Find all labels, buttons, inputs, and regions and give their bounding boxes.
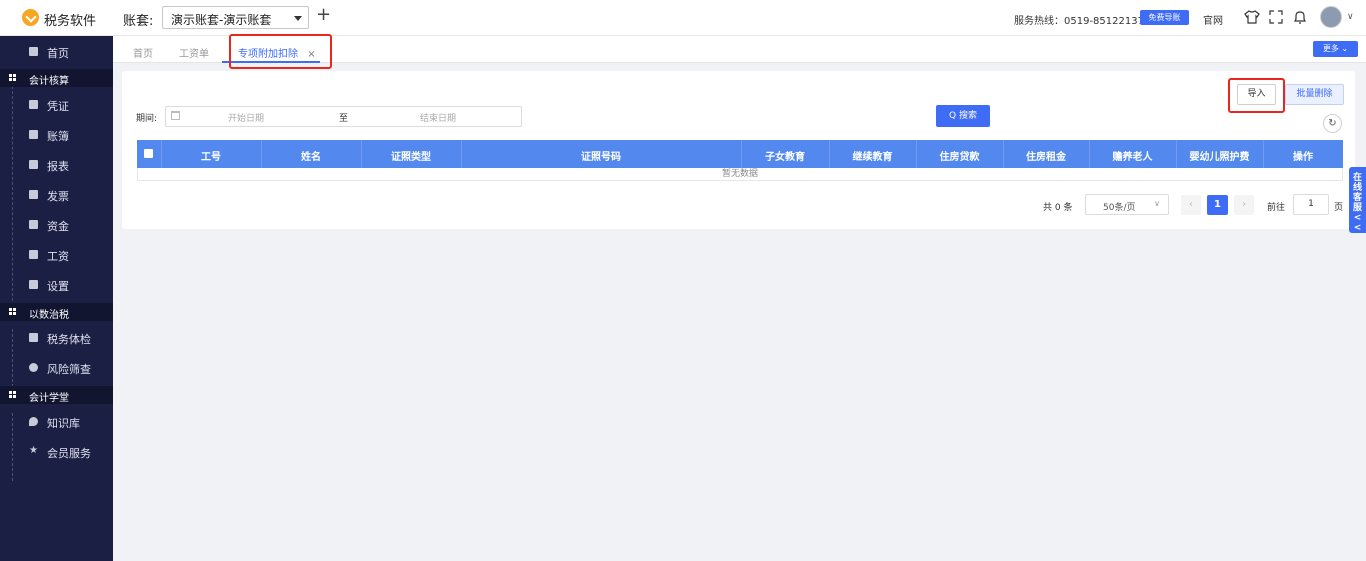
column-header: 证照类型 xyxy=(391,152,431,163)
salary-icon xyxy=(29,250,38,259)
grid-icon xyxy=(9,74,16,81)
page-unit-label: 页 xyxy=(1334,203,1344,213)
tab-home[interactable]: 首页 xyxy=(133,45,153,60)
bell-icon[interactable] xyxy=(1292,9,1308,25)
end-date-input[interactable]: 结束日期 xyxy=(420,111,456,124)
ledger-icon xyxy=(29,130,38,139)
sidebar-item-report[interactable]: 报表 xyxy=(0,150,113,180)
sidebar-item-tax-checkup[interactable]: 税务体检 xyxy=(0,323,113,353)
grid-icon xyxy=(9,391,16,398)
sidebar-item-ledger[interactable]: 账簿 xyxy=(0,120,113,150)
account-select-value: 演示账套-演示账套 xyxy=(171,13,272,27)
column-header: 婴幼儿照护费 xyxy=(1189,152,1250,163)
gear-icon xyxy=(29,280,38,289)
sidebar-group-data-tax[interactable]: 以数治税 xyxy=(0,303,113,321)
current-page-button[interactable]: 1 xyxy=(1207,195,1228,215)
official-site-link[interactable]: 官网 xyxy=(1203,12,1223,27)
goto-page-input[interactable]: 1 xyxy=(1293,194,1329,215)
column-header: 操作 xyxy=(1293,152,1313,163)
sidebar-item-salary[interactable]: 工资 xyxy=(0,240,113,270)
funds-icon xyxy=(29,220,38,229)
column-header: 工号 xyxy=(201,152,221,163)
star-icon: ★ xyxy=(29,445,38,456)
next-page-button[interactable]: › xyxy=(1234,195,1254,215)
invoice-icon xyxy=(29,190,38,199)
fullscreen-icon[interactable] xyxy=(1268,9,1284,25)
column-header: 住房贷款 xyxy=(939,152,980,163)
pagination-total: 共 0 条 xyxy=(1043,203,1073,213)
more-tabs-button[interactable]: 更多 ⌄ xyxy=(1313,41,1358,57)
sidebar-item-invoice[interactable]: 发票 xyxy=(0,180,113,210)
highlight-box-tab xyxy=(229,34,332,69)
free-import-guide-button[interactable]: 免费导账 xyxy=(1140,10,1189,25)
grid-icon xyxy=(9,308,16,315)
column-header: 证照号码 xyxy=(581,152,621,163)
sidebar-item-funds[interactable]: 资金 xyxy=(0,210,113,240)
chevron-down-icon: ∨ xyxy=(1154,199,1160,208)
page-size-value: 50条/页 xyxy=(1103,203,1136,213)
sidebar-item-home[interactable]: 首页 xyxy=(0,37,113,67)
sidebar: 首页 会计核算 凭证 账簿 报表 发票 资金 工资 设置 以数治税 税务体检 风… xyxy=(0,36,113,561)
select-all-checkbox[interactable] xyxy=(144,149,153,158)
service-hotline: 服务热线：0519-85122137 xyxy=(1014,16,1144,27)
sidebar-item-voucher[interactable]: 凭证 xyxy=(0,90,113,120)
voucher-icon xyxy=(29,100,38,109)
start-date-input[interactable]: 开始日期 xyxy=(228,111,264,124)
customer-service-label: 在线客服<< xyxy=(1353,173,1363,233)
user-avatar[interactable] xyxy=(1320,6,1342,28)
sidebar-item-knowledge-base[interactable]: 知识库 xyxy=(0,407,113,437)
report-icon xyxy=(29,160,38,169)
column-header: 住房租金 xyxy=(1026,152,1066,163)
page-size-select[interactable]: 50条/页 ∨ xyxy=(1085,194,1169,215)
column-header: 姓名 xyxy=(301,152,321,163)
batch-delete-button[interactable]: 批量删除 xyxy=(1285,84,1344,105)
column-header: 赡养老人 xyxy=(1112,152,1153,163)
location-icon xyxy=(29,417,38,426)
date-range-separator: 至 xyxy=(339,114,349,124)
highlight-box-import xyxy=(1228,78,1285,113)
sidebar-group-academy[interactable]: 会计学堂 xyxy=(0,386,113,404)
prev-page-button[interactable]: ‹ xyxy=(1181,195,1201,215)
account-label: 账套: xyxy=(123,14,154,29)
tab-payroll[interactable]: 工资单 xyxy=(179,45,209,60)
refresh-icon[interactable]: ↻ xyxy=(1323,114,1342,133)
account-select[interactable]: 演示账套-演示账套 xyxy=(162,6,309,29)
shirt-icon[interactable] xyxy=(1244,9,1260,25)
risk-icon xyxy=(29,363,38,372)
sidebar-group-accounting[interactable]: 会计核算 xyxy=(0,69,113,87)
table-header: 工号 姓名 证照类型 证照号码 子女教育 继续教育 住房贷款 住房租金 赡养老人… xyxy=(137,140,1343,168)
sidebar-item-member-service[interactable]: ★ 会员服务 xyxy=(0,437,113,467)
empty-table-message: 暂无数据 xyxy=(137,168,1343,181)
search-button[interactable]: Q 搜索 xyxy=(936,105,990,127)
goto-label: 前往 xyxy=(1267,203,1286,213)
home-icon xyxy=(29,47,38,56)
online-customer-service-tab[interactable]: 在线客服<< xyxy=(1349,167,1366,233)
chevron-down-icon[interactable]: ∨ xyxy=(1347,12,1354,22)
checkup-icon xyxy=(29,333,38,342)
period-label: 期间: xyxy=(136,114,158,124)
app-logo-icon xyxy=(22,9,39,26)
sidebar-item-settings[interactable]: 设置 xyxy=(0,270,113,300)
app-title: 税务软件 xyxy=(44,14,97,29)
caret-down-icon xyxy=(294,16,302,21)
column-header: 继续教育 xyxy=(852,152,893,163)
sidebar-item-risk-screening[interactable]: 风险筛查 xyxy=(0,353,113,383)
column-header: 子女教育 xyxy=(765,152,805,163)
add-account-button[interactable]: + xyxy=(316,5,331,25)
calendar-icon xyxy=(171,111,180,120)
